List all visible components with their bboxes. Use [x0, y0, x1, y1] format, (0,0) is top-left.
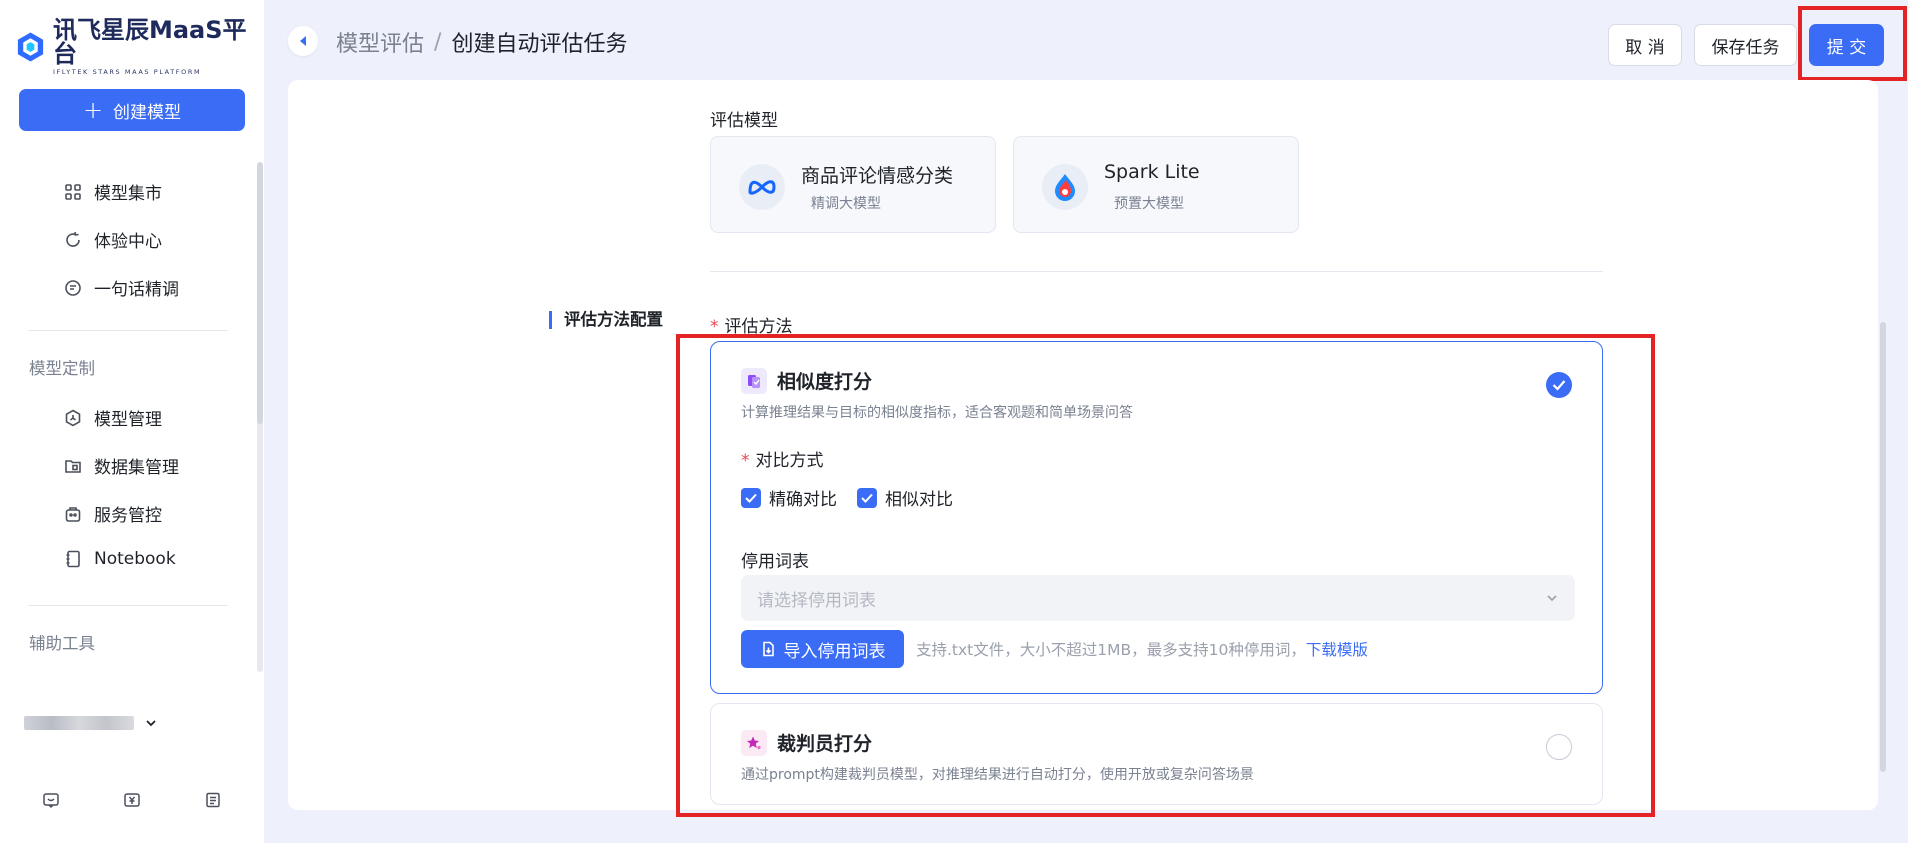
hexagon-icon — [64, 409, 82, 427]
brand-logo[interactable]: 讯飞星辰MaaS平台 IFLYTEK STARS MAAS PLATFORM — [14, 18, 264, 76]
sidebar-item-label: 数据集管理 — [94, 458, 179, 478]
brand-subtitle: IFLYTEK STARS MAAS PLATFORM — [52, 68, 202, 76]
service-icon — [64, 505, 82, 523]
sidebar-item-label: 模型管理 — [94, 410, 162, 430]
document-icon[interactable] — [203, 790, 223, 810]
model-type: 预置大模型 — [1114, 196, 1184, 212]
notebook-icon — [64, 550, 82, 568]
sidebar-scrollbar-track — [257, 420, 263, 672]
highlight-box-submit — [1798, 6, 1907, 81]
feedback-icon[interactable] — [41, 790, 61, 810]
caret-left-icon — [300, 36, 306, 46]
breadcrumb-parent[interactable]: 模型评估 — [336, 26, 424, 58]
sidebar-item-label: 体验中心 — [94, 232, 162, 252]
avatar — [24, 716, 134, 730]
eval-model-label: 评估模型 — [710, 111, 778, 131]
grid-icon — [64, 183, 82, 201]
main-scrollbar[interactable] — [1880, 322, 1886, 772]
back-button[interactable] — [288, 26, 318, 56]
model-card-preset[interactable]: Spark Lite 预置大模型 — [1013, 136, 1299, 233]
sidebar-item-label: 一句话精调 — [94, 280, 179, 300]
sidebar-scrollbar[interactable] — [257, 162, 263, 424]
sidebar-item-experience[interactable]: 体验中心 — [64, 227, 162, 252]
model-card-finetuned[interactable]: 商品评论情感分类 精调大模型 — [710, 136, 996, 233]
create-model-button[interactable]: + 创建模型 — [19, 89, 245, 131]
sidebar-item-label: 服务管控 — [94, 506, 162, 526]
meta-icon — [739, 164, 785, 210]
sidebar-item-dataset-management[interactable]: 数据集管理 — [64, 453, 179, 478]
sidebar-item-label: Notebook — [94, 549, 176, 569]
breadcrumb: 模型评估 / 创建自动评估任务 — [336, 26, 627, 58]
model-name: Spark Lite — [1104, 161, 1200, 183]
sidebar-item-model-market[interactable]: 模型集市 — [64, 179, 162, 204]
create-model-label: 创建模型 — [113, 102, 182, 123]
sidebar-divider — [28, 605, 228, 606]
billing-icon[interactable] — [122, 790, 142, 810]
refresh-icon — [64, 231, 82, 249]
page-title: 创建自动评估任务 — [451, 32, 628, 57]
plus-icon: + — [82, 96, 104, 124]
sidebar-item-one-sentence-tune[interactable]: 一句话精调 — [64, 275, 179, 300]
cancel-button[interactable]: 取 消 — [1608, 24, 1682, 66]
model-name: 商品评论情感分类 — [801, 165, 954, 187]
spark-icon — [1042, 164, 1088, 210]
breadcrumb-separator: / — [434, 29, 442, 55]
dataset-icon — [64, 457, 82, 475]
sidebar-item-service-control[interactable]: 服务管控 — [64, 501, 162, 526]
sidebar-group-tools: 辅助工具 — [29, 634, 95, 653]
sidebar: 讯飞星辰MaaS平台 IFLYTEK STARS MAAS PLATFORM +… — [0, 0, 264, 843]
section-divider — [710, 271, 1603, 272]
sidebar-item-model-management[interactable]: 模型管理 — [64, 405, 162, 430]
user-menu[interactable] — [24, 716, 158, 730]
highlight-box-eval-method — [676, 334, 1655, 817]
model-type: 精调大模型 — [811, 196, 881, 212]
sidebar-group-custom: 模型定制 — [29, 359, 95, 378]
brand-name: 讯飞星辰MaaS平台 — [52, 16, 247, 68]
save-task-button[interactable]: 保存任务 — [1694, 24, 1797, 66]
section-title-eval-config: 评估方法配置 — [549, 311, 663, 329]
sidebar-item-notebook[interactable]: Notebook — [64, 549, 176, 569]
brand-logo-icon — [17, 32, 44, 62]
sidebar-bottom-toolbar — [0, 790, 264, 810]
chevron-down-icon — [146, 720, 156, 727]
sidebar-divider — [28, 330, 228, 331]
sidebar-item-label: 模型集市 — [94, 184, 162, 204]
chat-tune-icon — [64, 279, 82, 297]
